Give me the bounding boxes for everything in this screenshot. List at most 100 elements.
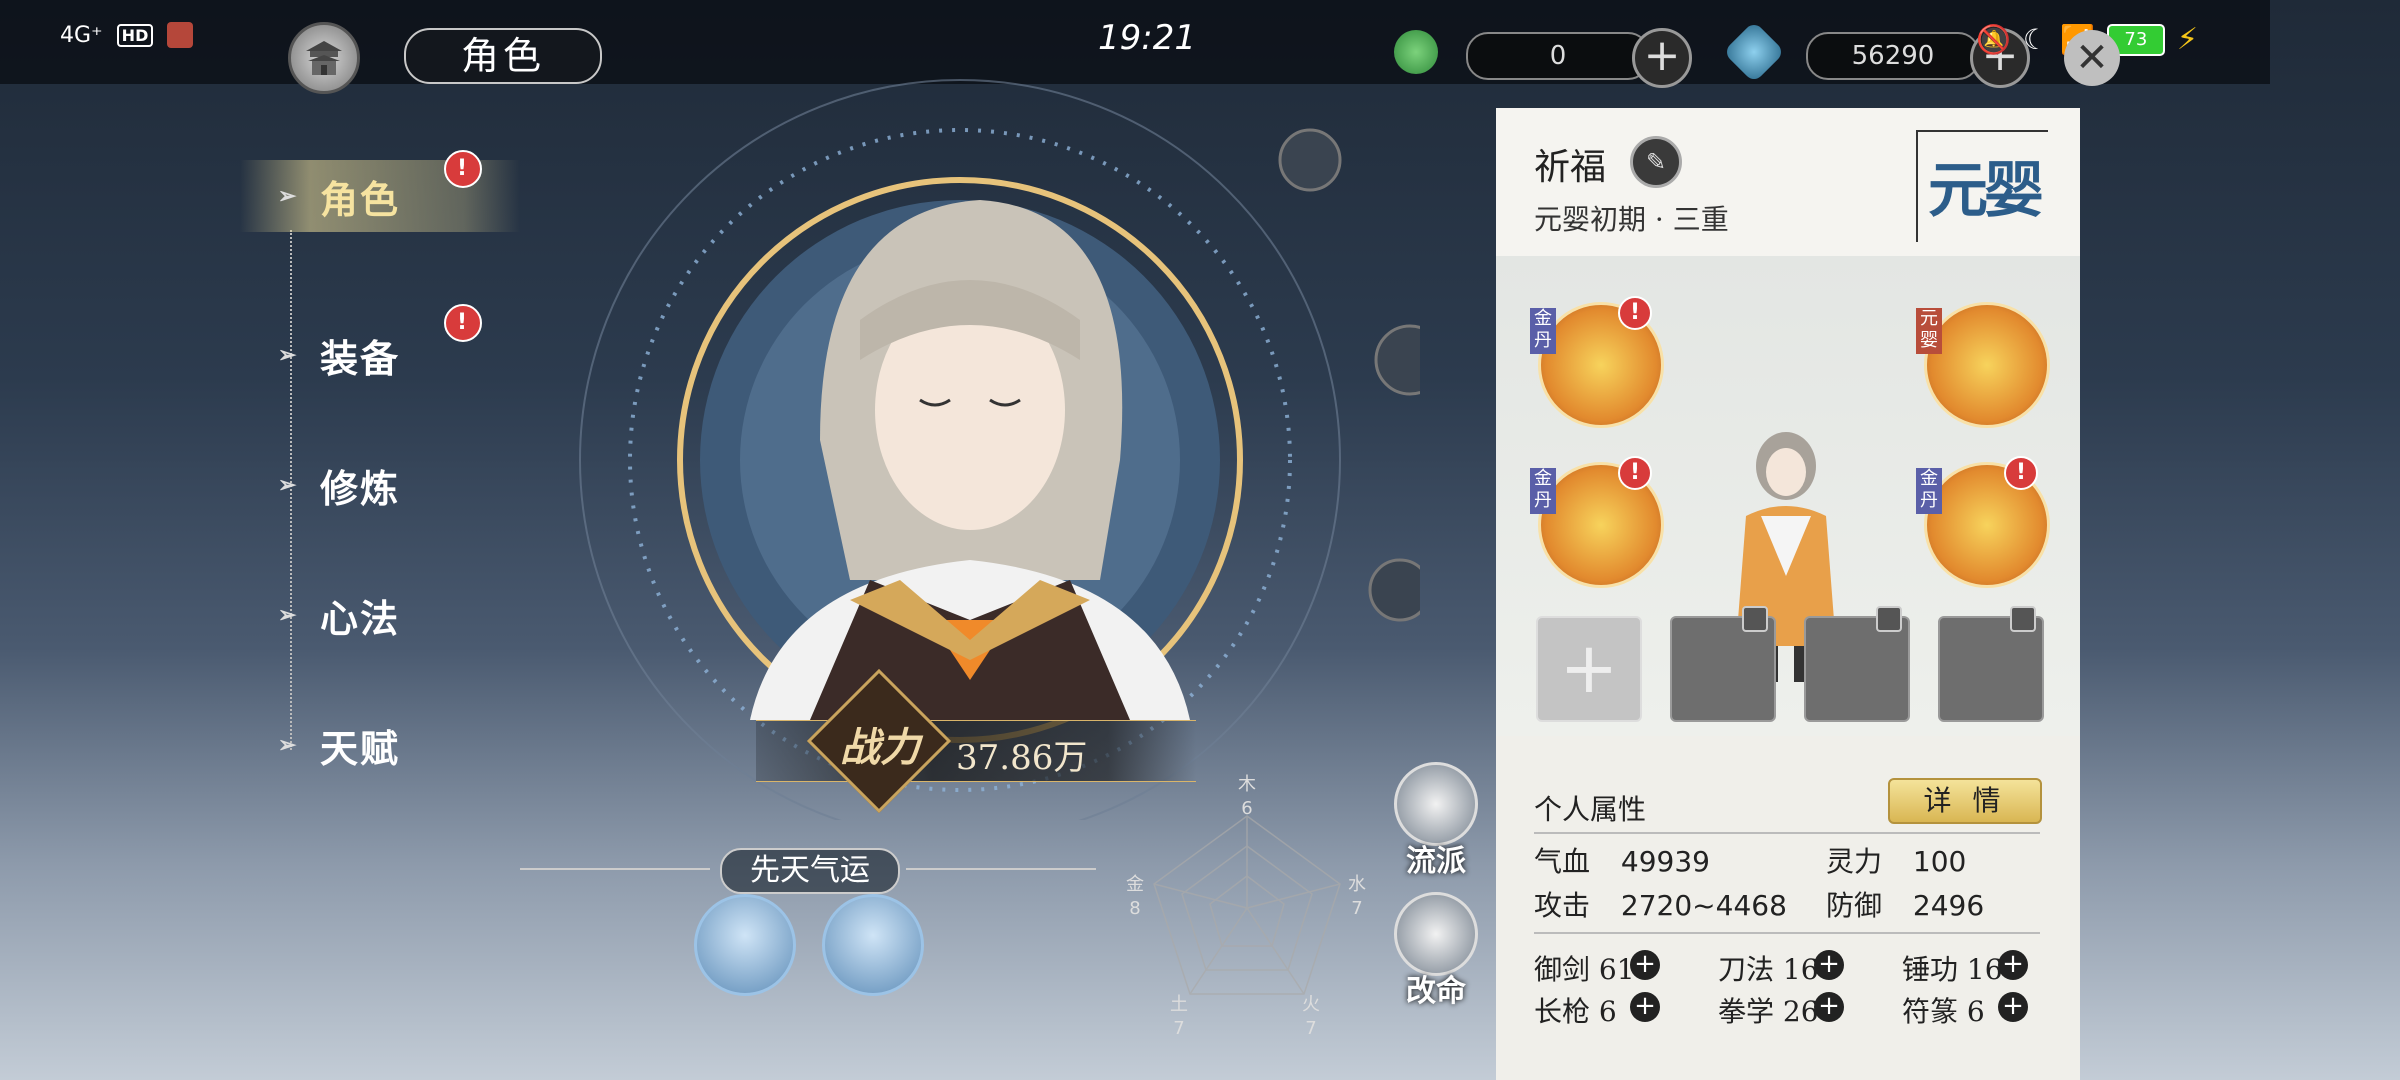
add-resource-1-button[interactable]: +: [1632, 28, 1692, 88]
skill-value: 6: [1598, 995, 1617, 1028]
skill-hammer-plus-button[interactable]: +: [1998, 950, 2028, 980]
realm-seal-text: 元婴: [1928, 156, 2044, 226]
nav-arrow-icon: ➢: [278, 732, 299, 758]
fortune-avatar-1[interactable]: [694, 894, 796, 996]
nav-arrow-icon: ➢: [278, 342, 299, 368]
locked-slot-3[interactable]: [1938, 606, 2044, 722]
skill-hammer: 锤功 16: [1902, 948, 2003, 988]
close-button[interactable]: ✕: [2064, 30, 2120, 86]
skill-fist: 拳学 26: [1718, 990, 1819, 1030]
stat-attack-label: 攻击: [1534, 889, 1591, 922]
nav-item-label: 装备: [320, 335, 401, 381]
character-name: 祈福: [1534, 147, 1607, 188]
radar-label-wood: 木: [1238, 774, 1256, 795]
skill-name: 符篆: [1902, 995, 1959, 1028]
charging-icon: ⚡: [2176, 22, 2198, 57]
stat-sp-label: 灵力: [1826, 845, 1883, 878]
fortune-divider-right: [906, 868, 1096, 870]
moon-icon: ☾: [2022, 23, 2048, 56]
radar-value-water: 7: [1351, 898, 1363, 919]
skill-sword: 御剑 61: [1534, 948, 1635, 988]
skill-value: 16: [1966, 953, 2003, 986]
power-value: 37.86万: [956, 738, 1088, 778]
skill-value: 6: [1966, 995, 1985, 1028]
home-button[interactable]: [288, 22, 360, 94]
stat-attack-value: 2720~4468: [1620, 889, 1787, 922]
skill-spear: 长枪 6: [1534, 990, 1617, 1030]
character-portrait: [579, 79, 1420, 820]
lock-icon: [1742, 606, 1768, 632]
skill-blade-plus-button[interactable]: +: [1814, 950, 1844, 980]
mute-icon: 🔕: [1976, 23, 2011, 56]
book-tag: 金丹: [1916, 468, 1942, 514]
book-tag: 金丹: [1530, 468, 1556, 514]
nav-item-character[interactable]: ➢ 角色 !: [240, 150, 520, 232]
skill-value: 61: [1598, 953, 1635, 986]
fate-icon: [1394, 892, 1478, 976]
stat-hp: 气血 49939: [1534, 840, 1710, 880]
radar-label-water: 水: [1348, 874, 1366, 895]
app-notification-icon: [167, 22, 194, 48]
skill-spear-plus-button[interactable]: +: [1630, 992, 1660, 1022]
skill-fist-plus-button[interactable]: +: [1814, 992, 1844, 1022]
nav-item-cultivation[interactable]: ➢ 修炼: [240, 420, 520, 550]
skill-name: 长枪: [1534, 995, 1591, 1028]
pavilion-icon: [306, 41, 342, 75]
skill-sword-plus-button[interactable]: +: [1630, 950, 1660, 980]
nav-item-label: 天赋: [320, 725, 401, 771]
fortune-avatar-2[interactable]: [822, 894, 924, 996]
alert-badge: !: [1618, 296, 1652, 330]
locked-slot-2[interactable]: [1804, 606, 1910, 722]
status-bar: 4G⁺ HD: [60, 22, 194, 48]
skill-value: 16: [1782, 953, 1819, 986]
book-tag: 金丹: [1530, 308, 1556, 354]
technique-book-slot-2[interactable]: [1924, 302, 2050, 428]
lock-icon: [2010, 606, 2036, 632]
alert-badge: !: [444, 150, 482, 188]
stat-sp: 灵力 100: [1826, 840, 1966, 880]
skill-value: 26: [1782, 995, 1819, 1028]
stat-hp-value: 49939: [1620, 845, 1710, 878]
radar-value-fire: 7: [1305, 1018, 1317, 1039]
school-label: 流派: [1406, 844, 1466, 879]
resource-1-amount: 0: [1466, 32, 1650, 80]
school-button[interactable]: 流派: [1394, 762, 1478, 880]
add-slot-button[interactable]: +: [1536, 616, 1642, 722]
stat-defense-label: 防御: [1826, 889, 1883, 922]
attributes-title: 个人属性: [1534, 793, 1647, 826]
clock: 19:21: [1098, 18, 1196, 58]
stat-sp-value: 100: [1912, 845, 1967, 878]
alert-badge: !: [2004, 456, 2038, 490]
skill-blade: 刀法 16: [1718, 948, 1819, 988]
nav-arrow-icon: ➢: [278, 602, 299, 628]
fortune-title: 先天气运: [720, 848, 900, 894]
power-label: 战力: [840, 724, 920, 771]
alert-badge: !: [1618, 456, 1652, 490]
radar-label-earth: 土: [1170, 994, 1188, 1015]
locked-slot-1[interactable]: [1670, 606, 1776, 722]
character-info-panel: 祈福 ✎ 元婴初期 · 三重 元婴 金丹 ! 元婴 金丹 ! 金丹 ! + 个人…: [1496, 108, 2080, 1080]
details-button[interactable]: 详 情: [1888, 778, 2042, 824]
nav-item-talent[interactable]: ➢ 天赋: [240, 680, 520, 810]
nav-item-label: 角色: [320, 176, 401, 222]
skill-name: 拳学: [1718, 995, 1775, 1028]
realm-seal: 元婴: [1916, 130, 2048, 242]
panel-header: 祈福 ✎ 元婴初期 · 三重 元婴: [1496, 108, 2080, 257]
nav-item-mind-method[interactable]: ➢ 心法: [240, 550, 520, 680]
nav-item-equipment[interactable]: ➢ 装备 !: [240, 290, 520, 420]
alert-badge: !: [444, 304, 482, 342]
rename-brush-icon[interactable]: ✎: [1630, 136, 1682, 188]
nav-arrow-icon: ➢: [278, 183, 299, 209]
radar-value-metal: 8: [1129, 898, 1141, 919]
nav-arrow-icon: ➢: [278, 472, 299, 498]
character-realm: 元婴初期 · 三重: [1534, 203, 1729, 236]
stat-defense: 防御 2496: [1826, 884, 1984, 924]
skill-talisman-plus-button[interactable]: +: [1998, 992, 2028, 1022]
stat-defense-value: 2496: [1912, 889, 1985, 922]
attributes-divider: [1534, 832, 2040, 834]
change-fate-button[interactable]: 改命: [1394, 892, 1478, 1010]
radar-value-earth: 7: [1173, 1018, 1185, 1039]
skill-name: 御剑: [1534, 953, 1591, 986]
fortune-divider-left: [520, 868, 710, 870]
resource-2-amount: 56290: [1806, 32, 1980, 80]
